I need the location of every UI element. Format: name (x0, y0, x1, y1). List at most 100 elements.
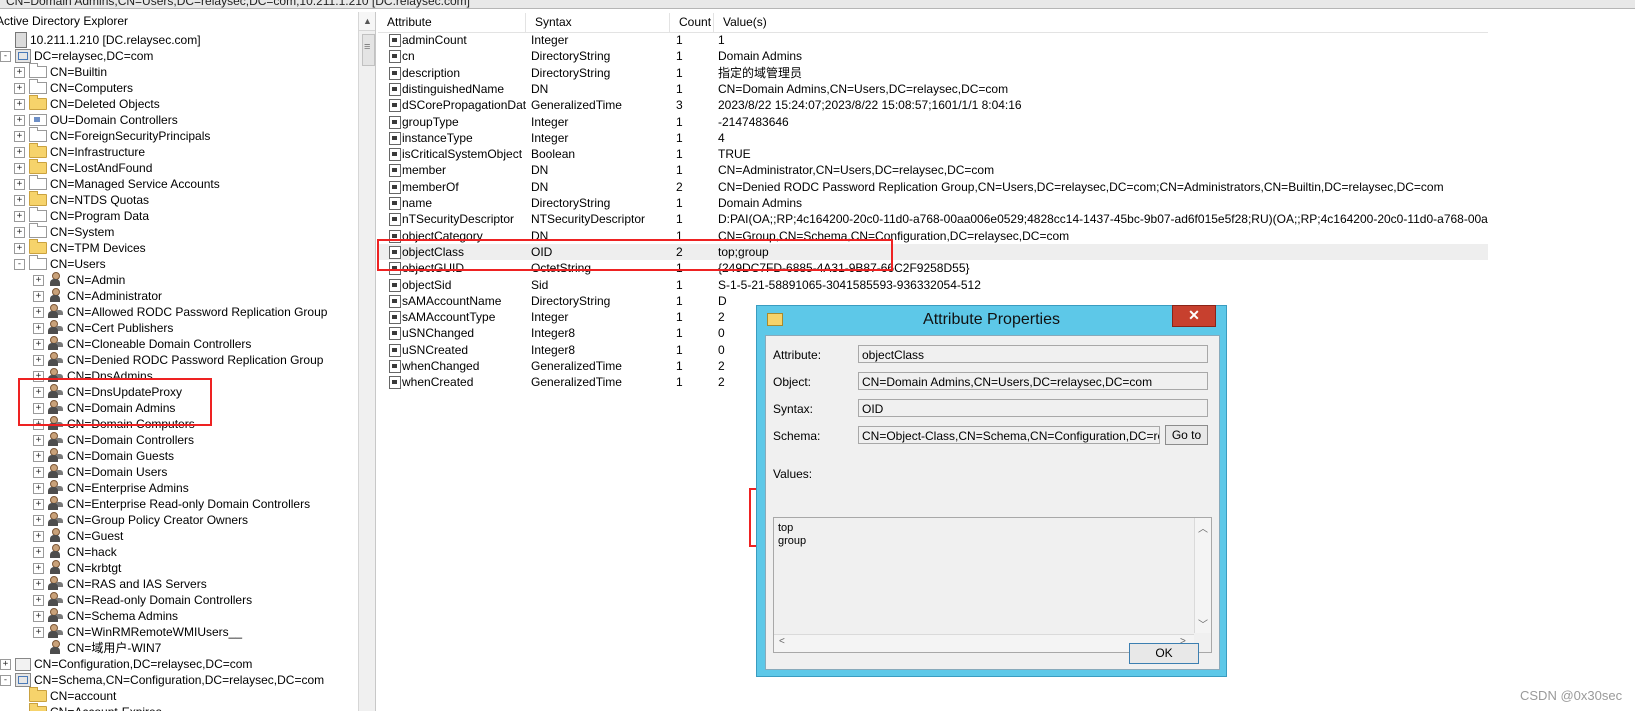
expand-icon[interactable]: + (33, 627, 44, 639)
tree-node-schema-class[interactable]: CN=account (14, 686, 116, 704)
attribute-row[interactable]: name DirectoryString 1 Domain Admins (378, 195, 1488, 211)
attribute-row[interactable]: memberOf DN 2 CN=Denied RODC Password Repli… (378, 179, 1488, 195)
expand-icon[interactable]: + (33, 339, 44, 351)
attribute-row[interactable]: objectClass OID 2 top;group (378, 243, 1488, 260)
tree-node-user-object[interactable]: + CN=Cert Publishers (33, 320, 173, 336)
attribute-row[interactable]: objectGUID OctetString 1 {249DC7FD-6885-4A3… (378, 260, 1488, 276)
tree-node-user-object[interactable]: + CN=WinRMRemoteWMIUsers__ (33, 624, 242, 640)
tree-node-user-object[interactable]: + CN=RAS and IAS Servers (33, 576, 207, 592)
tree-node-container[interactable]: + OU=Domain Controllers (14, 112, 178, 128)
values-list[interactable]: top group ︿ ﹀ < > (773, 517, 1212, 653)
expand-icon[interactable]: + (33, 323, 44, 335)
expand-icon[interactable]: + (33, 563, 44, 575)
tree-node-user-object[interactable]: + CN=DnsUpdateProxy (33, 384, 182, 400)
tree-root-label[interactable]: Active Directory Explorer (0, 12, 351, 31)
expand-icon[interactable]: + (14, 147, 25, 159)
attribute-row[interactable]: nTSecurityDescriptor NTSecurityDescriptor… (378, 211, 1488, 227)
chevron-up-icon[interactable]: ︿ (1198, 520, 1208, 535)
attribute-row[interactable]: distinguishedName DN 1 CN=Domain Admins,CN=… (378, 81, 1488, 97)
tree-node-user-object[interactable]: CN=域用户-WIN7 (33, 640, 161, 656)
attribute-properties-dialog[interactable]: Attribute Properties ✕ Attribute: object… (756, 305, 1227, 677)
expand-icon[interactable]: + (33, 547, 44, 559)
column-header-syntax[interactable]: Syntax (526, 13, 670, 32)
expand-icon[interactable]: + (14, 67, 25, 79)
ok-button[interactable]: OK (1129, 643, 1199, 664)
tree-scrollbar[interactable]: ▲ (358, 12, 375, 711)
tree-node-container[interactable]: - CN=Users (14, 254, 106, 272)
tree-node-container[interactable]: + CN=Infrastructure (14, 142, 145, 160)
expand-icon[interactable]: + (33, 595, 44, 607)
tree-node-user-object[interactable]: + CN=Domain Admins (33, 400, 175, 416)
tree-node-user-object[interactable]: + CN=Administrator (33, 288, 162, 304)
expand-icon[interactable]: + (14, 195, 25, 207)
attribute-row[interactable]: groupType Integer 1 -2147483646 (378, 114, 1488, 130)
expand-icon[interactable]: + (33, 403, 44, 415)
tree-node-domain[interactable]: - DC=relaysec,DC=com (0, 48, 153, 64)
expand-icon[interactable]: + (0, 659, 11, 671)
expand-icon[interactable]: + (33, 483, 44, 495)
tree-node-user-object[interactable]: + CN=Schema Admins (33, 608, 178, 624)
tree-node-user-object[interactable]: + CN=Enterprise Read-only Domain Controll… (33, 496, 310, 512)
tree-node-user-object[interactable]: + CN=Denied RODC Password Replication Gro… (33, 352, 323, 368)
tree-node-user-object[interactable]: + CN=Admin (33, 272, 125, 288)
scrollbar-thumb[interactable] (362, 34, 375, 66)
expand-icon[interactable]: + (14, 211, 25, 223)
object-field[interactable]: CN=Domain Admins,CN=Users,DC=relaysec,DC… (858, 372, 1208, 390)
expand-icon[interactable]: + (33, 275, 44, 287)
schema-field[interactable]: CN=Object-Class,CN=Schema,CN=Configurati… (858, 426, 1160, 444)
expand-icon[interactable]: + (14, 227, 25, 239)
expand-icon[interactable]: + (14, 243, 25, 255)
tree-node-user-object[interactable]: + CN=Allowed RODC Password Replication Gr… (33, 304, 327, 320)
tree-node-container[interactable]: + CN=Managed Service Accounts (14, 174, 220, 192)
tree-node-container[interactable]: + CN=ForeignSecurityPrincipals (14, 126, 210, 144)
tree-node-user-object[interactable]: + CN=krbtgt (33, 560, 121, 576)
tree-node-user-object[interactable]: + CN=Domain Users (33, 464, 167, 480)
tree-node-container[interactable]: + CN=Computers (14, 78, 133, 96)
tree-node-container[interactable]: + CN=NTDS Quotas (14, 190, 149, 208)
scroll-up-icon[interactable]: ▲ (359, 12, 375, 31)
column-header-count[interactable]: Count (670, 13, 714, 32)
expand-icon[interactable]: + (33, 467, 44, 479)
tree-node-schema[interactable]: - CN=Schema,CN=Configuration,DC=relaysec,… (0, 672, 324, 688)
values-vertical-scrollbar[interactable]: ︿ ﹀ (1194, 518, 1211, 633)
expand-icon[interactable]: + (14, 131, 25, 143)
column-header-attribute[interactable]: Attribute (378, 13, 526, 32)
tree-node-user-object[interactable]: + CN=hack (33, 544, 117, 560)
chevron-left-icon[interactable]: < (779, 636, 785, 647)
tree-node-user-object[interactable]: + CN=DnsAdmins (33, 368, 153, 384)
expand-icon[interactable]: + (14, 163, 25, 175)
attribute-row[interactable]: isCriticalSystemObject Boolean 1 TRUE (378, 146, 1488, 162)
tree-node-user-object[interactable]: + CN=Read-only Domain Controllers (33, 592, 252, 608)
chevron-down-icon[interactable]: ﹀ (1198, 616, 1208, 631)
expand-icon[interactable]: + (33, 579, 44, 591)
expand-icon[interactable]: + (14, 179, 25, 191)
attribute-row[interactable]: cn DirectoryString 1 Domain Admins (378, 48, 1488, 64)
attribute-row[interactable]: adminCount Integer 1 1 (378, 32, 1488, 48)
close-button[interactable]: ✕ (1172, 305, 1216, 327)
expand-icon[interactable]: + (14, 115, 25, 127)
tree-node-schema-class[interactable]: CN=Account-Expires (14, 702, 162, 711)
expand-icon[interactable]: + (33, 371, 44, 383)
tree-node-container[interactable]: + CN=TPM Devices (14, 238, 146, 256)
tree-node-user-object[interactable]: + CN=Domain Guests (33, 448, 174, 464)
tree-node-container[interactable]: + CN=Builtin (14, 62, 107, 80)
expand-icon[interactable]: + (33, 499, 44, 511)
expand-icon[interactable]: + (33, 419, 44, 431)
attribute-row[interactable]: objectSid Sid 1 S-1-5-21-58891065-304158559… (378, 277, 1488, 293)
attribute-row[interactable]: description DirectoryString 1 指定的域管理员 (378, 65, 1488, 81)
value-item[interactable]: group (778, 535, 806, 548)
expand-icon[interactable]: + (33, 515, 44, 527)
tree-node-container[interactable]: + CN=LostAndFound (14, 158, 152, 176)
tree-node-container[interactable]: + CN=Program Data (14, 206, 149, 224)
syntax-field[interactable]: OID (858, 399, 1208, 417)
collapse-icon[interactable]: - (14, 259, 25, 271)
expand-icon[interactable]: + (33, 291, 44, 303)
collapse-icon[interactable]: - (0, 51, 11, 63)
attribute-row[interactable]: objectCategory DN 1 CN=Group,CN=Schema,CN=C… (378, 228, 1488, 244)
tree-node-user-object[interactable]: + CN=Group Policy Creator Owners (33, 512, 248, 528)
attribute-field[interactable]: objectClass (858, 345, 1208, 363)
attribute-row[interactable]: dSCorePropagationData GeneralizedTime 3 202… (378, 97, 1488, 113)
expand-icon[interactable]: + (33, 451, 44, 463)
expand-icon[interactable]: + (33, 387, 44, 399)
attribute-row[interactable]: member DN 1 CN=Administrator,CN=Users,DC=re… (378, 162, 1488, 178)
